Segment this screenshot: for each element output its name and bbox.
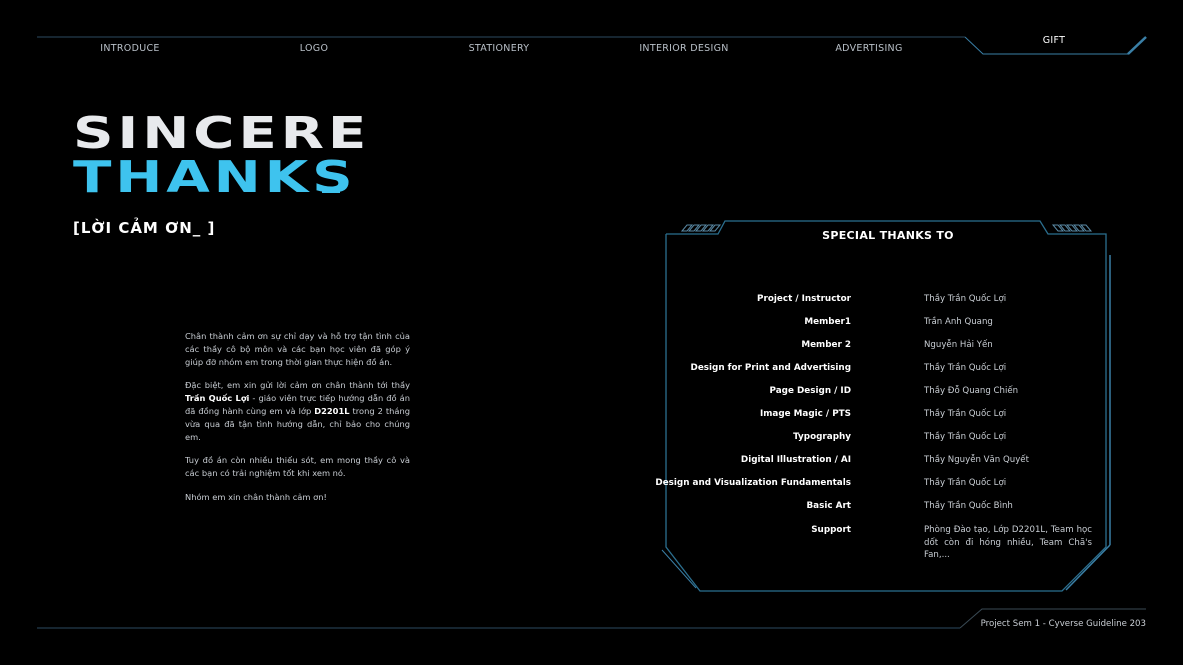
footer-caption: Project Sem 1 - Cyverse Guideline 203 xyxy=(980,619,1146,629)
footer-frame xyxy=(37,608,1146,629)
